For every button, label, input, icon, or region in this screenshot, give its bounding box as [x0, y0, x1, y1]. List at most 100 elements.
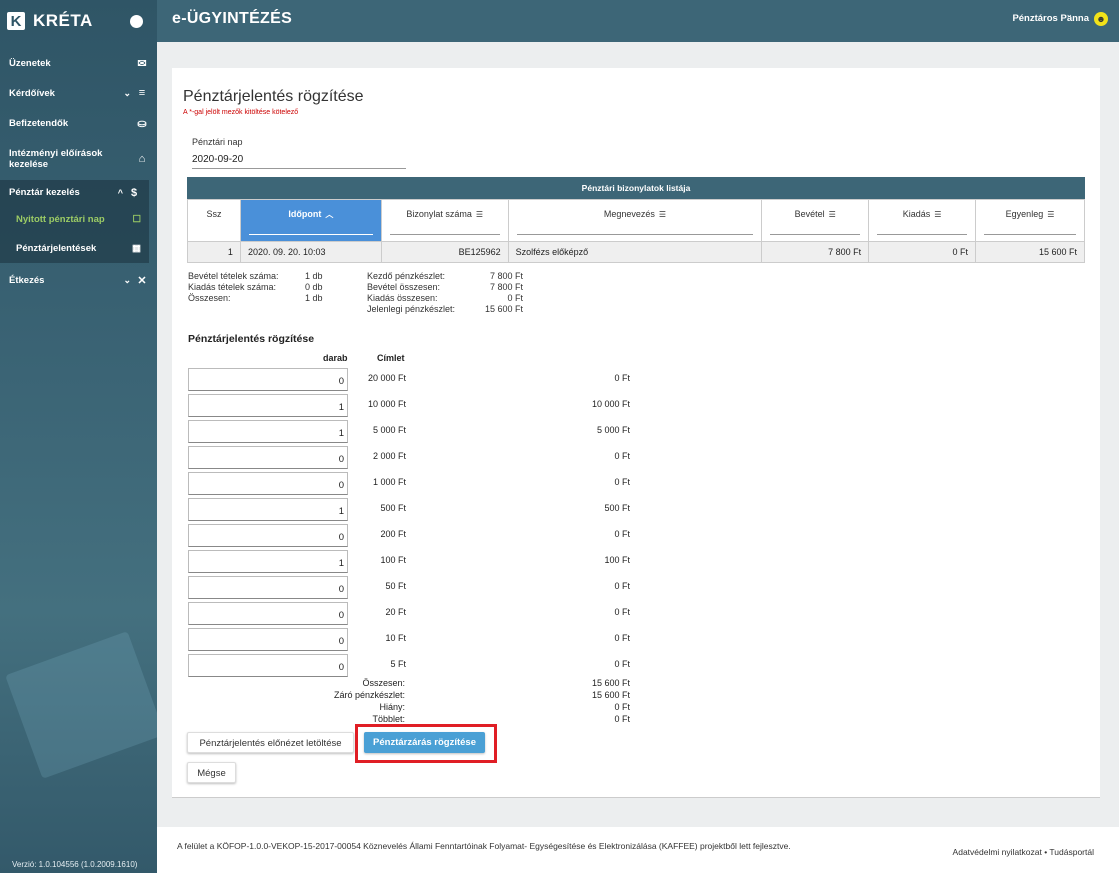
footer-separator: • [1044, 847, 1048, 857]
count-input[interactable]: 1 [188, 498, 348, 521]
count-input[interactable]: 0 [188, 524, 348, 547]
user-avatar-icon[interactable]: ☻ [1094, 12, 1108, 26]
row-sum: 10 000 Ft [591, 399, 630, 409]
mail-icon: ✉ [137, 57, 147, 70]
chevron-down-icon: ⌄ [123, 87, 131, 98]
preview-download-button[interactable]: Pénztárjelentés előnézet letöltése [187, 732, 354, 753]
save-cash-close-button[interactable]: Pénztárzárás rögzítése [364, 732, 485, 753]
header-label: Bevétel [794, 209, 825, 219]
stat-value: 7 800 Ft [489, 271, 523, 281]
stat-value: 0 Ft [507, 293, 523, 303]
count-input[interactable]: 0 [188, 368, 348, 391]
row-sum: 0 Ft [614, 659, 630, 669]
chevron-down-icon[interactable]: ⌄ [1065, 9, 1073, 20]
row-sum: 0 Ft [614, 529, 630, 539]
column-header-bizonylat[interactable]: Bizonylat száma ☰ [380, 199, 509, 242]
required-note: A *-gal jelölt mezők kitöltése kötelező [183, 109, 299, 116]
sidebar-item-uzenetek[interactable]: Üzenetek ✉ [0, 48, 157, 78]
count-input[interactable]: 0 [188, 576, 348, 599]
filter-line [984, 234, 1076, 235]
column-header-megnevezes[interactable]: Megnevezés ☰ [507, 199, 763, 242]
footer-links: Adatvédelmi nyilatkozat • Tudásportál [953, 847, 1094, 857]
denomination-label: 10 000 Ft [367, 399, 406, 409]
sort-icon: ☰ [828, 210, 836, 219]
knowledge-portal-link[interactable]: Tudásportál [1049, 847, 1094, 857]
column-header-cimlet: Címlet [377, 353, 405, 363]
sidebar-item-intezmenyi[interactable]: Intézményi előírások kezelése ⌂ [0, 138, 157, 180]
stat-label: Kiadás tételek száma: [188, 282, 277, 292]
count-input[interactable]: 0 [188, 602, 348, 625]
cell-bizonylat: BE125962 [380, 241, 509, 263]
column-header-kiadas[interactable]: Kiadás ☰ [868, 199, 977, 242]
column-header-darab: darab [323, 353, 348, 363]
privacy-link[interactable]: Adatvédelmi nyilatkozat [953, 847, 1042, 857]
cutlery-icon: ✕ [137, 274, 147, 287]
stat-label: Bevétel összesen: [367, 282, 441, 292]
denomination-label: 5 Ft [390, 659, 406, 669]
count-input[interactable]: 1 [188, 420, 348, 443]
sidebar-item-kerdoivek[interactable]: Kérdőívek ⌄ ≡ [0, 78, 157, 108]
sidebar-item-label: Étkezés [9, 274, 45, 286]
header-label: Ssz [206, 209, 222, 219]
status-dot-icon[interactable] [130, 14, 143, 28]
row-sum: 0 Ft [614, 477, 630, 487]
brand-name: KRÉTA [33, 11, 93, 30]
column-header-bevetel[interactable]: Bevétel ☰ [761, 199, 870, 242]
denomination-label: 100 Ft [380, 555, 406, 565]
denomination-label: 500 Ft [380, 503, 406, 513]
sidebar-item-nyitott[interactable]: Nyitott pénztári nap ☐ [0, 205, 149, 234]
stat-label: Jelenlegi pénzkészlet: [367, 304, 456, 314]
list-icon: ≡ [138, 87, 146, 99]
stat-value: 1 db [305, 293, 323, 303]
count-input[interactable]: 1 [188, 550, 348, 573]
receipts-table: Pénztári bizonylatok listája Ssz Időpont… [187, 177, 1085, 263]
sidebar-item-label: Pénztárjelentések [16, 243, 97, 254]
user-menu[interactable]: Pénztáros Panna [1012, 13, 1089, 24]
stamp-icon: ⛀ [137, 117, 147, 130]
count-input[interactable]: 0 [188, 628, 348, 651]
sort-icon: ☰ [1047, 210, 1055, 219]
denomination-label: 2 000 Ft [372, 451, 406, 461]
count-input[interactable]: 0 [188, 446, 348, 469]
row-sum: 0 Ft [614, 373, 630, 383]
count-input[interactable]: 0 [188, 654, 348, 677]
stat-label: Bevétel tételek száma: [188, 271, 279, 281]
sidebar-item-befizetendok[interactable]: Befizetendők ⛀ [0, 108, 157, 138]
column-header-egyenleg[interactable]: Egyenleg ☰ [975, 199, 1085, 242]
table-row[interactable]: 1 2020. 09. 20. 10:03 BE125962 Szolfézs … [187, 241, 1085, 263]
row-sum: 0 Ft [614, 581, 630, 591]
column-header-ssz[interactable]: Ssz [187, 199, 241, 242]
stat-value: 1 db [305, 271, 323, 281]
sort-icon: ☰ [658, 210, 667, 219]
sidebar-item-etkezes[interactable]: Étkezés ⌄ ✕ [0, 263, 157, 297]
chevron-up-icon: ^ [117, 187, 123, 198]
version-text: Verzió: 1.0.104556 (1.0.2009.1610) [12, 860, 138, 869]
count-input[interactable]: 1 [188, 394, 348, 417]
sidebar-item-jelentesek[interactable]: Pénztárjelentések ▦ [0, 234, 149, 263]
total-value: 15 600 Ft [591, 678, 630, 688]
sidebar-item-label: Befizetendők [9, 117, 69, 129]
count-input[interactable]: 0 [188, 472, 348, 495]
brand[interactable]: K KRÉTA [0, 0, 157, 42]
cancel-button[interactable]: Mégse [187, 762, 236, 783]
sidebar-item-penztar[interactable]: Pénztár kezelés ^ $ [0, 180, 149, 205]
date-field[interactable]: 2020-09-20 [192, 154, 406, 169]
dollar-icon: $ [130, 186, 138, 199]
sidebar-item-label: Nyitott pénztári nap [16, 214, 105, 225]
stat-label: Kezdő pénzkészlet: [367, 271, 446, 281]
row-sum: 0 Ft [614, 607, 630, 617]
column-header-idopont[interactable]: Időpont ︿ [239, 199, 382, 242]
row-sum: 0 Ft [614, 633, 630, 643]
page-title: Pénztárjelentés rögzítése [183, 88, 364, 105]
filter-line [389, 234, 500, 235]
denomination-label: 1 000 Ft [372, 477, 406, 487]
cell-idopont: 2020. 09. 20. 10:03 [239, 241, 382, 263]
sidebar: K KRÉTA Üzenetek ✉ Kérdőívek ⌄ ≡ Befizet… [0, 0, 157, 873]
denomination-label: 10 Ft [385, 633, 406, 643]
total-value: 0 Ft [614, 714, 630, 724]
sidebar-item-label: Pénztár kezelés [9, 187, 80, 198]
cell-megnevezes: Szolfézs előképző [507, 241, 763, 263]
cell-kiadas: 0 Ft [868, 241, 977, 263]
denomination-label: 5 000 Ft [372, 425, 406, 435]
cell-egyenleg: 15 600 Ft [975, 241, 1085, 263]
